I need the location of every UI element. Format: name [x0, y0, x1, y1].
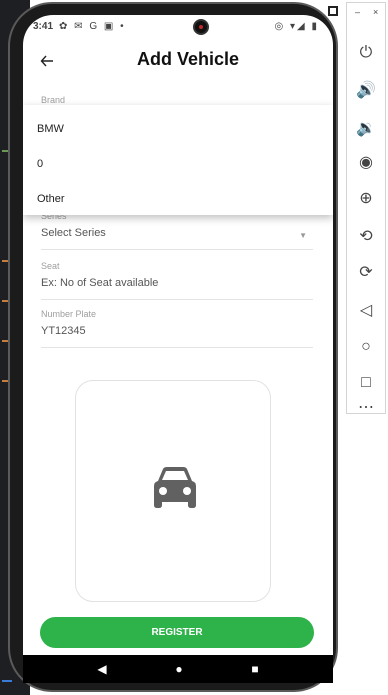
nav-back-button[interactable]: ◀	[97, 662, 106, 676]
series-select[interactable]: Select Series	[41, 227, 313, 239]
camera-icon[interactable]: ◉	[347, 151, 385, 175]
brand-field[interactable]: Brand	[41, 95, 313, 105]
notification-icons: ✿ ✉ G ▣ •	[59, 20, 126, 32]
status-time: 3:41	[33, 20, 54, 32]
seat-input[interactable]: Ex: No of Seat available	[41, 277, 313, 289]
volume-down-icon[interactable]: 🔉	[347, 117, 385, 141]
seat-field[interactable]: Seat Ex: No of Seat available	[41, 261, 313, 300]
page-title: Add Vehicle	[136, 49, 240, 69]
brand-label: Brand	[41, 95, 66, 105]
overview-icon[interactable]: □	[347, 371, 385, 395]
zoom-icon[interactable]: ⊕	[347, 187, 385, 211]
close-button[interactable]: ×	[373, 7, 378, 17]
minimize-button[interactable]: –	[355, 7, 360, 17]
dropdown-option[interactable]: BMW	[37, 123, 64, 135]
nav-recents-button[interactable]: ■	[251, 662, 258, 676]
emulator-toolbar: – × ⏻ 🔊 🔉 ◉ ⊕ ⟲ ⟳ ◁ ○ □ ⋯	[346, 2, 386, 416]
android-nav-bar: ◀ ● ■	[23, 655, 333, 683]
app-bar: Add Vehicle	[23, 37, 333, 85]
dropdown-option[interactable]: 0	[37, 158, 43, 170]
field-underline	[41, 249, 313, 250]
status-bar: 3:41 ✿ ✉ G ▣ • ◎ ▾◢ ▮	[23, 15, 333, 37]
field-underline	[41, 347, 313, 348]
rotate-left-icon[interactable]: ⟲	[347, 225, 385, 249]
series-field[interactable]: Series Select Series ▼	[41, 211, 313, 250]
chevron-down-icon: ▼	[299, 231, 307, 240]
home-icon[interactable]: ○	[347, 335, 385, 359]
nav-home-button[interactable]: ●	[175, 662, 182, 676]
window-restore-icon[interactable]	[328, 6, 338, 16]
seat-label: Seat	[41, 261, 60, 271]
system-icons: ◎ ▾◢ ▮	[274, 20, 319, 32]
vehicle-image-picker[interactable]	[75, 380, 271, 602]
number-plate-field[interactable]: Number Plate YT12345	[41, 309, 313, 348]
field-underline	[41, 299, 313, 300]
back-icon[interactable]: ◁	[347, 299, 385, 323]
register-button[interactable]: REGISTER	[40, 617, 314, 648]
more-icon[interactable]: ⋯	[347, 400, 385, 416]
car-icon	[154, 467, 196, 508]
number-plate-input[interactable]: YT12345	[41, 325, 313, 337]
rotate-right-icon[interactable]: ⟳	[347, 261, 385, 285]
volume-up-icon[interactable]: 🔊	[347, 79, 385, 103]
device-screen: 3:41 ✿ ✉ G ▣ • ◎ ▾◢ ▮ Add Vehicle Brand …	[23, 15, 333, 683]
power-icon[interactable]: ⏻	[347, 41, 385, 65]
dropdown-option[interactable]: Other	[37, 193, 65, 205]
brand-dropdown-menu: BMW 0 Other	[23, 105, 333, 215]
ide-code-mark	[2, 680, 12, 682]
number-plate-label: Number Plate	[41, 309, 97, 319]
